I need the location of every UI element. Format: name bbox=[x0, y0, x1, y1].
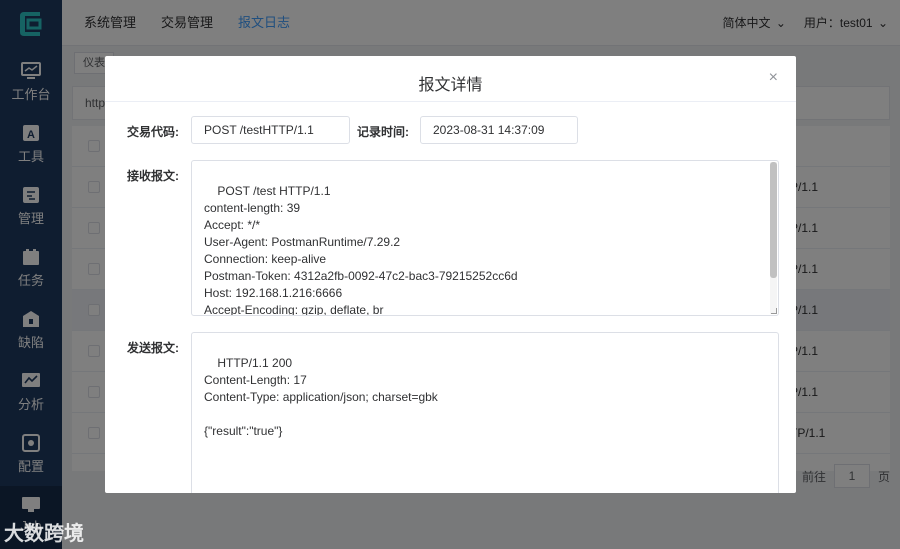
message-detail-dialog: 报文详情 × 交易代码: POST /testHTTP/1.1 记录时间: 20… bbox=[105, 56, 796, 493]
close-icon[interactable]: × bbox=[769, 69, 778, 87]
recv-message-label: 接收报文: bbox=[127, 169, 179, 183]
record-time-label: 记录时间: bbox=[357, 125, 409, 139]
watermark: 大数跨境 bbox=[4, 517, 84, 546]
resize-handle[interactable] bbox=[771, 308, 777, 314]
record-time-field[interactable]: 2023-08-31 14:37:09 bbox=[420, 116, 578, 144]
dialog-title: 报文详情 bbox=[418, 77, 483, 94]
trade-code-label: 交易代码: bbox=[127, 125, 179, 139]
send-message-textarea[interactable]: HTTP/1.1 200 Content-Length: 17 Content-… bbox=[191, 332, 779, 493]
send-message-text: HTTP/1.1 200 Content-Length: 17 Content-… bbox=[204, 356, 438, 438]
scrollbar-thumb[interactable] bbox=[770, 162, 777, 278]
send-message-label: 发送报文: bbox=[127, 341, 179, 355]
dialog-header: 报文详情 × bbox=[105, 56, 796, 102]
watermark-text: 大数跨境 bbox=[4, 523, 84, 545]
recv-message-textarea[interactable]: POST /test HTTP/1.1 content-length: 39 A… bbox=[191, 160, 779, 316]
recv-message-text: POST /test HTTP/1.1 content-length: 39 A… bbox=[204, 184, 518, 316]
trade-code-field[interactable]: POST /testHTTP/1.1 bbox=[191, 116, 350, 144]
